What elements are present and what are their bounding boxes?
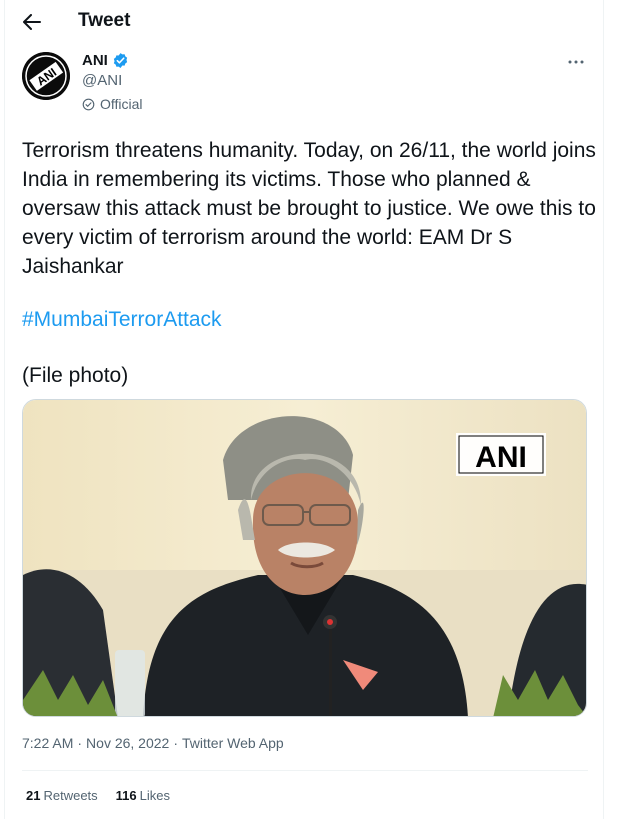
tweet-stats: 21 Retweets 116 Likes <box>26 788 170 803</box>
right-border <box>603 0 604 819</box>
likes-count: 116 <box>115 788 137 803</box>
ani-logo-icon: ANI <box>22 52 70 100</box>
name-row: ANI <box>82 52 129 69</box>
verified-badge-icon <box>113 53 128 68</box>
tweet-time[interactable]: 7:22 AM <box>22 735 73 751</box>
meta-separator: · <box>77 735 83 751</box>
tweet-text: Terrorism threatens humanity. Today, on … <box>22 139 596 278</box>
official-label: Official <box>82 96 143 112</box>
avatar[interactable]: ANI <box>22 52 70 100</box>
tweet-source[interactable]: Twitter Web App <box>182 735 284 751</box>
more-button[interactable] <box>564 54 588 70</box>
meta-separator: · <box>173 735 179 751</box>
retweets-count: 21 <box>26 788 41 803</box>
tweet-note: (File photo) <box>22 364 129 387</box>
tweet-meta: 7:22 AM · Nov 26, 2022 · Twitter Web App <box>22 735 284 751</box>
official-check-icon <box>82 98 95 110</box>
likes-stat[interactable]: 116 Likes <box>116 788 170 803</box>
photo-illustration: ANI <box>23 400 586 716</box>
official-text: Official <box>100 96 143 112</box>
photo-watermark: ANI <box>475 441 527 474</box>
hashtag-link[interactable]: #MumbaiTerrorAttack <box>22 305 222 334</box>
divider <box>22 770 588 771</box>
retweets-stat[interactable]: 21 Retweets <box>26 788 98 803</box>
likes-label: Likes <box>139 788 171 803</box>
page-title: Tweet <box>78 10 131 31</box>
author-section: ANI ANI @ANI Official <box>22 52 592 116</box>
arrow-left-icon <box>23 14 41 30</box>
left-border <box>4 0 5 819</box>
tweet-date[interactable]: Nov 26, 2022 <box>86 735 169 751</box>
more-horizontal-icon <box>568 60 584 64</box>
author-handle[interactable]: @ANI <box>82 72 122 89</box>
author-name[interactable]: ANI <box>82 52 108 69</box>
header: Tweet <box>0 0 619 42</box>
tweet-photo[interactable]: ANI <box>22 399 587 717</box>
back-button[interactable] <box>18 9 46 35</box>
retweets-label: Retweets <box>43 788 98 803</box>
